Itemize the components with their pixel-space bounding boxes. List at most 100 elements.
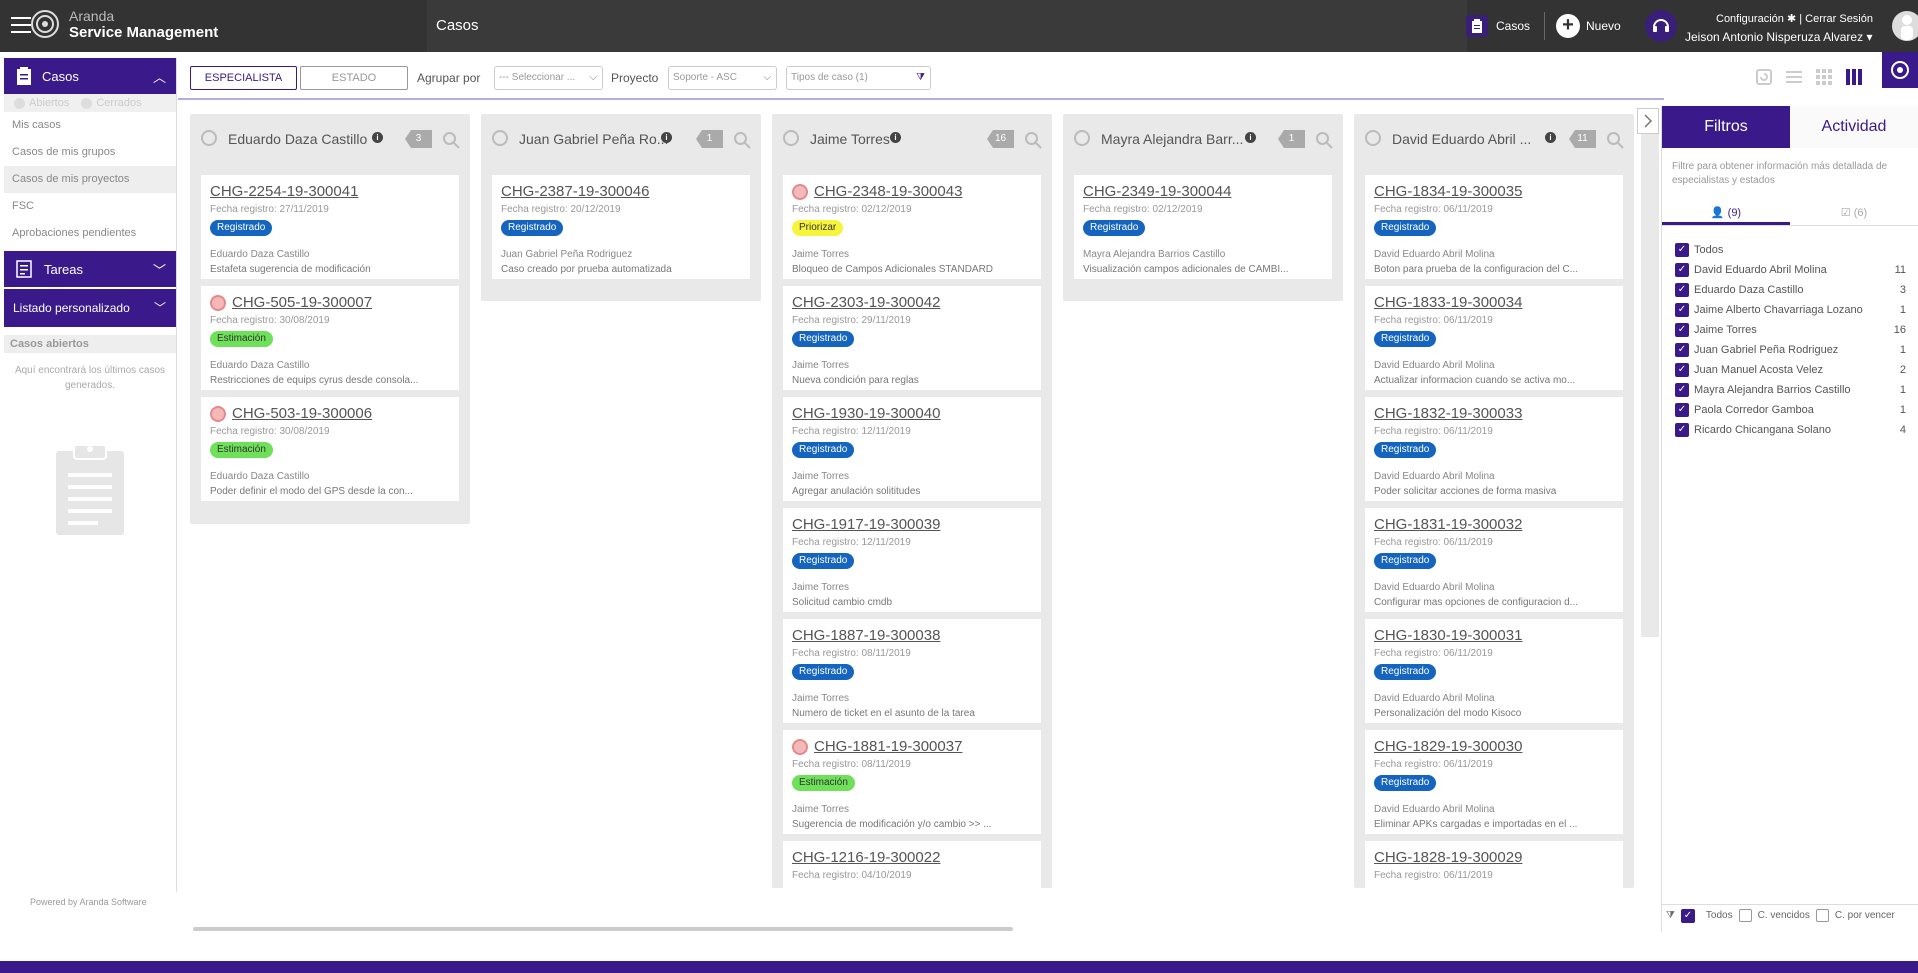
info-icon[interactable]: i xyxy=(372,132,383,143)
case-card[interactable]: CHG-1830-19-300031 Fecha registro: 06/11/… xyxy=(1365,619,1623,723)
case-id-link[interactable]: CHG-1829-19-300030 xyxy=(1374,738,1522,755)
filter-item[interactable]: ✓ Jaime Torres 16 xyxy=(1675,320,1918,340)
case-card[interactable]: CHG-1834-19-300035 Fecha registro: 06/11/… xyxy=(1365,175,1623,279)
case-id-link[interactable]: CHG-2303-19-300042 xyxy=(792,294,940,311)
filter-item[interactable]: ✓ Juan Gabriel Peña Rodriguez 1 xyxy=(1675,340,1918,360)
list-view-icon[interactable] xyxy=(1785,68,1803,86)
case-card[interactable]: CHG-2348-19-300043 Fecha registro: 02/12/… xyxy=(783,175,1041,279)
case-card[interactable]: CHG-2303-19-300042 Fecha registro: 29/11/… xyxy=(783,286,1041,390)
case-card[interactable]: CHG-1887-19-300038 Fecha registro: 08/11/… xyxy=(783,619,1041,723)
sidebar-casos-header[interactable]: Casos ︿ xyxy=(4,58,176,94)
case-card[interactable]: CHG-1917-19-300039 Fecha registro: 12/11/… xyxy=(783,508,1041,612)
case-id-link[interactable]: CHG-2254-19-300041 xyxy=(210,183,358,200)
chevron-up-icon[interactable]: ︿ xyxy=(153,67,166,86)
sidebar-tareas-header[interactable]: Tareas ﹀ xyxy=(4,251,176,287)
filter-checkbox[interactable]: ✓ xyxy=(1675,403,1689,417)
case-card[interactable]: CHG-1831-19-300032 Fecha registro: 06/11/… xyxy=(1365,508,1623,612)
new-case-button[interactable]: + Nuevo xyxy=(1556,12,1621,40)
filter-item[interactable]: ✓ Juan Manuel Acosta Velez 2 xyxy=(1675,360,1918,380)
search-icon[interactable] xyxy=(442,131,460,149)
case-id-link[interactable]: CHG-1828-19-300029 xyxy=(1374,849,1522,866)
hamburger-menu-icon[interactable] xyxy=(11,17,31,33)
info-icon[interactable]: i xyxy=(1245,132,1256,143)
case-id-link[interactable]: CHG-1834-19-300035 xyxy=(1374,183,1522,200)
filter-checkbox[interactable]: ✓ xyxy=(1675,363,1689,377)
info-icon[interactable]: i xyxy=(890,132,901,143)
search-icon[interactable] xyxy=(1315,131,1333,149)
agrupar-select[interactable]: --- Seleccionar ... ⌵ xyxy=(494,66,603,90)
filter-checkbox[interactable]: ✓ xyxy=(1675,303,1689,317)
case-id-link[interactable]: CHG-1216-19-300022 xyxy=(792,849,940,866)
radio-cerrados[interactable] xyxy=(81,97,93,109)
config-link[interactable]: Configuración xyxy=(1716,13,1784,25)
assistant-icon[interactable] xyxy=(1882,52,1918,88)
case-card[interactable]: CHG-2349-19-300044 Fecha registro: 02/12/… xyxy=(1074,175,1332,279)
vencidos-checkbox[interactable] xyxy=(1738,909,1752,922)
radio-abiertos[interactable] xyxy=(14,97,25,109)
sidebar-item-mis-casos[interactable]: Mis casos xyxy=(4,112,176,139)
casos-shortcut-button[interactable]: Casos xyxy=(1466,12,1530,40)
filter-item[interactable]: ✓ David Eduardo Abril Molina 11 xyxy=(1675,260,1918,280)
sidebar-item-casos-proyectos[interactable]: Casos de mis proyectos xyxy=(4,166,176,193)
filter-icon[interactable]: ⧩ xyxy=(1666,910,1675,921)
sidebar-item-aprobaciones[interactable]: Aprobaciones pendientes xyxy=(4,220,176,247)
filter-checkbox[interactable]: ✓ xyxy=(1675,323,1689,337)
case-id-link[interactable]: CHG-503-19-300006 xyxy=(232,405,372,422)
group-by-estado-button[interactable]: ESTADO xyxy=(300,66,408,90)
case-id-link[interactable]: CHG-1917-19-300039 xyxy=(792,516,940,533)
search-icon[interactable] xyxy=(1024,131,1042,149)
case-card[interactable]: CHG-1829-19-300030 Fecha registro: 06/11/… xyxy=(1365,730,1623,834)
case-id-link[interactable]: CHG-1830-19-300031 xyxy=(1374,627,1522,644)
collapse-panel-button[interactable] xyxy=(1637,108,1659,134)
case-card[interactable]: CHG-503-19-300006 Fecha registro: 30/08/2… xyxy=(201,397,459,501)
case-card[interactable]: CHG-2254-19-300041 Fecha registro: 27/11/… xyxy=(201,175,459,279)
por-vencer-checkbox[interactable] xyxy=(1815,909,1829,922)
case-card[interactable]: CHG-1832-19-300033 Fecha registro: 06/11/… xyxy=(1365,397,1623,501)
case-id-link[interactable]: CHG-2348-19-300043 xyxy=(814,183,962,200)
case-card[interactable]: CHG-1881-19-300037 Fecha registro: 08/11/… xyxy=(783,730,1041,834)
tab-especialistas[interactable]: 👤 (9) xyxy=(1662,202,1790,225)
filter-item[interactable]: ✓ Eduardo Daza Castillo 3 xyxy=(1675,280,1918,300)
case-id-link[interactable]: CHG-505-19-300007 xyxy=(232,294,372,311)
logout-link[interactable]: | Cerrar Sesión xyxy=(1799,13,1873,25)
filter-checkbox[interactable]: ✓ xyxy=(1675,343,1689,357)
case-id-link[interactable]: CHG-1833-19-300034 xyxy=(1374,294,1522,311)
case-card[interactable]: CHG-1828-19-300029 Fecha registro: 06/11/… xyxy=(1365,841,1623,888)
sidebar-item-fsc[interactable]: FSC xyxy=(4,193,176,220)
sidebar-listado-header[interactable]: Listado personalizado ﹀ xyxy=(4,289,176,327)
support-headset-icon[interactable] xyxy=(1645,10,1677,42)
filter-item[interactable]: ✓ Todos xyxy=(1675,240,1918,260)
case-id-link[interactable]: CHG-2387-19-300046 xyxy=(501,183,649,200)
proyecto-select[interactable]: Soporte - ASC ⌵ xyxy=(668,66,777,90)
info-icon[interactable]: i xyxy=(661,132,672,143)
case-card[interactable]: CHG-1216-19-300022 Fecha registro: 04/10/… xyxy=(783,841,1041,888)
filter-checkbox[interactable]: ✓ xyxy=(1675,423,1689,437)
case-card[interactable]: CHG-1930-19-300040 Fecha registro: 12/11/… xyxy=(783,397,1041,501)
chevron-down-icon[interactable]: ﹀ xyxy=(153,260,166,279)
tab-filtros[interactable]: Filtros xyxy=(1662,106,1790,148)
filter-item[interactable]: ✓ Jaime Alberto Chavarriaga Lozano 1 xyxy=(1675,300,1918,320)
case-id-link[interactable]: CHG-1887-19-300038 xyxy=(792,627,940,644)
board-horizontal-scrollbar[interactable] xyxy=(193,927,1013,931)
info-icon[interactable]: i xyxy=(1545,132,1556,143)
case-card[interactable]: CHG-1833-19-300034 Fecha registro: 06/11/… xyxy=(1365,286,1623,390)
grid-view-icon[interactable] xyxy=(1815,68,1833,86)
refresh-icon[interactable] xyxy=(1755,68,1773,86)
case-id-link[interactable]: CHG-1832-19-300033 xyxy=(1374,405,1522,422)
filter-item[interactable]: ✓ Mayra Alejandra Barrios Castillo 1 xyxy=(1675,380,1918,400)
chevron-down-icon[interactable]: ﹀ xyxy=(154,301,166,315)
case-card[interactable]: CHG-2387-19-300046 Fecha registro: 20/12/… xyxy=(492,175,750,279)
tipos-caso-select[interactable]: Tipos de caso (1) ⧩ xyxy=(786,66,931,90)
sidebar-item-casos-grupos[interactable]: Casos de mis grupos xyxy=(4,139,176,166)
case-card[interactable]: CHG-505-19-300007 Fecha registro: 30/08/2… xyxy=(201,286,459,390)
filter-checkbox[interactable]: ✓ xyxy=(1675,263,1689,277)
filter-checkbox[interactable]: ✓ xyxy=(1675,283,1689,297)
search-icon[interactable] xyxy=(1606,131,1624,149)
tab-actividad[interactable]: Actividad xyxy=(1790,106,1918,148)
board-view-icon[interactable] xyxy=(1845,68,1863,86)
case-id-link[interactable]: CHG-2349-19-300044 xyxy=(1083,183,1231,200)
case-id-link[interactable]: CHG-1930-19-300040 xyxy=(792,405,940,422)
user-menu[interactable]: Jeison Antonio Nisperuza Alvarez ▾ xyxy=(1685,30,1872,44)
search-icon[interactable] xyxy=(733,131,751,149)
user-avatar-icon[interactable] xyxy=(1892,8,1918,44)
